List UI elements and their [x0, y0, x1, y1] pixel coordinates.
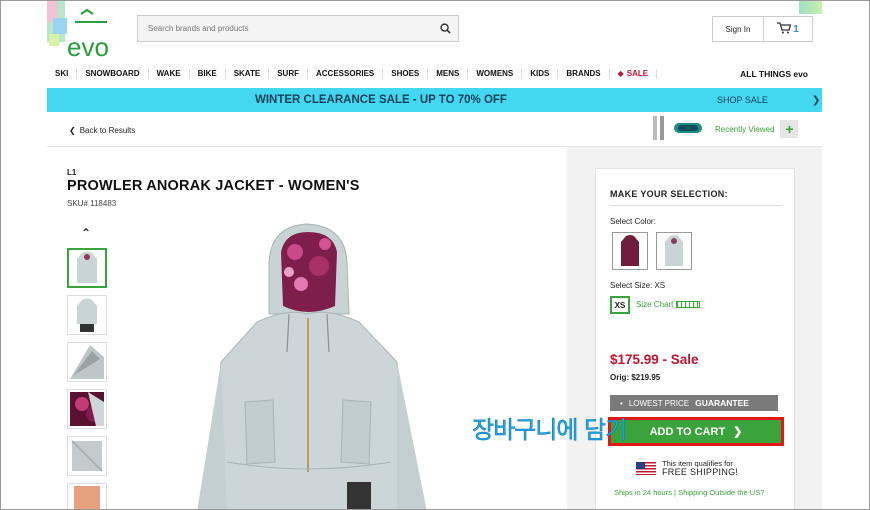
guarantee-bold: GUARANTEE [695, 398, 749, 408]
recently-viewed-label[interactable]: Recently Viewed [715, 125, 774, 134]
add-to-cart-button[interactable]: ADD TO CART ❯ [611, 420, 781, 443]
product-title: PROWLER ANORAK JACKET - WOMEN'S [67, 178, 360, 194]
nav-item-wake[interactable]: WAKE [149, 69, 190, 79]
recently-viewed: Recently Viewed + [651, 116, 799, 142]
selection-divider [610, 205, 782, 206]
nav-item-all-things-evo[interactable]: ALL THINGS evo [732, 69, 822, 79]
nav-item-skate[interactable]: SKATE [226, 69, 270, 79]
product-main-image[interactable] [197, 222, 427, 510]
selection-heading: MAKE YOUR SELECTION: [610, 189, 728, 199]
sign-in-button[interactable]: Sign In [712, 16, 764, 42]
recent-item-skis-thumb[interactable] [651, 116, 667, 142]
color-swatch-burgundy[interactable] [612, 232, 648, 270]
nav-item-surf[interactable]: SURF [269, 69, 308, 79]
thumbnail-detail-4[interactable] [67, 483, 107, 510]
product-brand[interactable]: L1 [67, 168, 76, 177]
evo-logo[interactable]: evo [47, 0, 125, 62]
us-flag-icon [636, 461, 656, 475]
nav-item-shoes[interactable]: SHOES [383, 69, 429, 79]
color-swatch-grey[interactable] [656, 232, 692, 270]
annotation-label: 장바구니에 담기 [472, 416, 628, 445]
chevron-right-icon[interactable]: ❯ [812, 95, 820, 106]
nav-item-brands[interactable]: BRANDS [558, 69, 610, 79]
nav-item-bike[interactable]: BIKE [190, 69, 226, 79]
cart-button[interactable]: 1 [763, 16, 813, 42]
add-to-cart-label: ADD TO CART [649, 425, 726, 438]
sale-price: $175.99 - Sale [610, 352, 699, 367]
thumbnail-detail-1[interactable] [67, 342, 107, 382]
search-bar [137, 15, 459, 42]
thumbs-up-arrow-icon[interactable]: ⌃ [81, 226, 91, 240]
search-input[interactable] [138, 24, 432, 33]
cart-count: 1 [793, 23, 799, 35]
size-chart-label: Size Chart [636, 300, 674, 309]
nav-item-ski[interactable]: SKI [47, 69, 78, 79]
thumbnail-back[interactable] [67, 295, 107, 335]
thumbnail-detail-2[interactable] [67, 389, 107, 429]
chevron-left-icon: ❮ [69, 126, 76, 135]
sale-tag-icon: ◆ [617, 69, 624, 78]
select-size-label: Select Size: XS [610, 281, 666, 290]
promo-text: WINTER CLEARANCE SALE - UP TO 70% OFF [255, 94, 507, 106]
lowest-price-guarantee[interactable]: • LOWEST PRICE GUARANTEE [610, 395, 778, 411]
promo-banner[interactable]: WINTER CLEARANCE SALE - UP TO 70% OFF SH… [47, 88, 822, 112]
shop-sale-link[interactable]: SHOP SALE [717, 95, 768, 105]
product-sku: SKU# 118483 [67, 199, 117, 208]
nav-sale-label: SALE [626, 69, 649, 78]
chevron-right-icon: ❯ [733, 426, 743, 438]
recent-item-goggles-thumb[interactable] [673, 121, 703, 137]
logo-text: evo [67, 32, 109, 62]
nav-item-sale[interactable]: ◆ SALE [610, 69, 658, 79]
expand-plus-icon[interactable]: + [780, 120, 799, 138]
nav-item-womens[interactable]: WOMENS [468, 69, 523, 79]
size-option-xs[interactable]: XS [610, 296, 630, 314]
thumbnail-list [67, 248, 107, 510]
back-to-results-link[interactable]: ❮ Back to Results [69, 126, 135, 135]
size-chart-link[interactable]: Size Chart [636, 300, 701, 309]
back-label: Back to Results [79, 126, 136, 135]
nav-item-mens[interactable]: MENS [428, 69, 469, 79]
thumbnail-detail-3[interactable] [67, 436, 107, 476]
page-frame: evo Sign In 1 SKI SNOWBOARD WAKE BIKE SK… [47, 0, 822, 510]
select-color-label: Select Color: [610, 217, 656, 226]
cart-icon [777, 21, 792, 37]
shipping-line-2: FREE SHIPPING! [662, 467, 739, 477]
main-nav: SKI SNOWBOARD WAKE BIKE SKATE SURF ACCES… [47, 64, 822, 84]
bullet-icon: • [620, 398, 623, 408]
header-decoration [799, 0, 822, 14]
purchase-panel: MAKE YOUR SELECTION: Select Color: Selec… [595, 168, 795, 510]
ruler-icon [676, 301, 701, 308]
free-shipping-info: This item qualifies for FREE SHIPPING! [636, 459, 738, 477]
nav-item-kids[interactable]: KIDS [522, 69, 559, 79]
shipping-links[interactable]: Ships in 24 hours | Shipping Outside the… [614, 488, 764, 497]
search-icon[interactable] [432, 16, 458, 41]
original-price: Orig: $219.95 [610, 373, 661, 382]
nav-item-snowboard[interactable]: SNOWBOARD [77, 69, 149, 79]
guarantee-prefix: LOWEST PRICE [628, 398, 690, 408]
thumbnail-front[interactable] [67, 248, 107, 288]
nav-item-accessories[interactable]: ACCESSORIES [308, 69, 384, 79]
